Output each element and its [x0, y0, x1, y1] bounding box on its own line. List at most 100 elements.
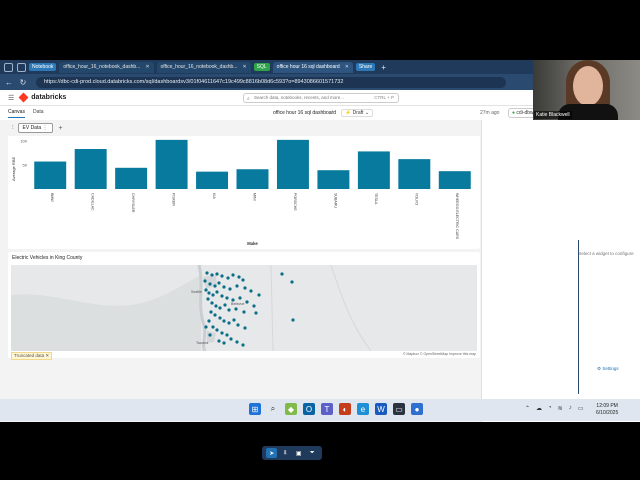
bar-chart-widget[interactable]: 100 50 Average RBE BMW CADILLAC CHRYSLER FISKE… [8, 136, 480, 249]
map-point[interactable] [211, 325, 215, 329]
map-point[interactable] [241, 278, 245, 282]
map-point[interactable] [222, 341, 226, 345]
map-point[interactable] [205, 271, 209, 275]
map-point[interactable] [208, 282, 212, 286]
databricks-logo[interactable]: databricks [18, 92, 66, 103]
map-point[interactable] [222, 319, 226, 323]
map-point[interactable] [203, 279, 207, 283]
edge-icon[interactable]: e [357, 403, 369, 415]
map-point[interactable] [241, 343, 245, 347]
add-text-icon[interactable]: ▣ [293, 448, 304, 458]
map-point[interactable] [223, 303, 227, 307]
select-tool-icon[interactable]: ➤ [266, 448, 278, 458]
map-point[interactable] [208, 333, 212, 337]
close-icon[interactable]: ✕ [242, 64, 246, 70]
browser-window-icon[interactable] [4, 62, 13, 72]
widgets-icon[interactable]: ◆ [285, 403, 297, 415]
chevron-up-icon[interactable]: ⌃ [525, 405, 530, 412]
map-point[interactable] [211, 293, 215, 297]
new-tab-icon[interactable]: + [381, 63, 386, 72]
map-point[interactable] [225, 333, 229, 337]
map-point[interactable] [257, 293, 261, 297]
status-dropdown[interactable]: ⚡ Draft ⌄ [341, 109, 374, 117]
tab-group-share[interactable]: Share [355, 63, 376, 71]
map-point[interactable] [210, 301, 214, 305]
map-point[interactable] [215, 290, 219, 294]
tab-group-sql[interactable]: SQL [253, 63, 270, 71]
map-point[interactable] [225, 296, 229, 300]
map-point[interactable] [236, 323, 240, 327]
tab-actions-icon[interactable] [17, 62, 26, 72]
tab-group-notebook[interactable]: Notebook [29, 63, 57, 71]
map-point[interactable] [215, 328, 219, 332]
map-point[interactable] [228, 287, 232, 291]
map-point[interactable] [204, 288, 208, 292]
add-filter-tool-icon[interactable]: ⏷ [307, 448, 318, 458]
map-area[interactable]: Seattle Bellevue Tacoma [11, 265, 477, 351]
dataset-filter[interactable]: EV Data ⋮ [17, 123, 53, 133]
search-input[interactable]: ⌕ Search data, notebooks, recents, and m… [243, 93, 399, 103]
map-point[interactable] [227, 308, 231, 312]
map-point[interactable] [218, 306, 222, 310]
map-point[interactable] [206, 297, 210, 301]
map-point[interactable] [252, 304, 256, 308]
tab-data[interactable]: Data [33, 109, 44, 117]
map-point[interactable] [245, 300, 249, 304]
url-input[interactable]: https://dbc-cdi-prod.cloud.databricks.co… [36, 76, 506, 88]
map-point[interactable] [237, 275, 241, 279]
map-point[interactable] [280, 272, 284, 276]
system-clock[interactable]: 12:09 PM 6/10/2025 [596, 403, 618, 417]
cloud-icon[interactable]: ☁ [536, 405, 542, 412]
map-point[interactable] [213, 313, 217, 317]
tab-sql-dashboard[interactable]: office hour 16 sql dashboard ✕ [272, 61, 353, 73]
page-title[interactable]: office hour 16 sql dashboard [273, 110, 336, 116]
wifi-icon[interactable]: ≋ [558, 405, 563, 412]
refresh-icon[interactable]: ↻ [18, 78, 28, 87]
map-point[interactable] [227, 321, 231, 325]
teams-icon[interactable]: T [321, 403, 333, 415]
terminal-icon[interactable]: ▭ [393, 403, 405, 415]
tab-notebook-dashboard-2[interactable]: office_hour_16_notebook_dashb... ✕ [156, 61, 251, 73]
map-point[interactable] [243, 286, 247, 290]
map-point[interactable] [204, 325, 208, 329]
map-point[interactable] [210, 273, 214, 277]
map-point[interactable] [234, 307, 238, 311]
map-point[interactable] [231, 273, 235, 277]
volume-icon[interactable]: ♪ [569, 405, 572, 412]
map-point[interactable] [214, 304, 218, 308]
add-filter-icon[interactable]: + [59, 125, 63, 132]
map-point[interactable] [220, 274, 224, 278]
tab-canvas[interactable]: Canvas [8, 109, 25, 118]
map-point[interactable] [242, 310, 246, 314]
map-point[interactable] [220, 294, 224, 298]
search-icon[interactable]: ⌕ [267, 403, 279, 415]
map-point[interactable] [229, 337, 233, 341]
map-point[interactable] [215, 272, 219, 276]
map-point[interactable] [254, 311, 258, 315]
map-point[interactable] [220, 331, 224, 335]
filter-icon[interactable]: ⫶ [12, 125, 14, 132]
star-icon[interactable]: ☆ [330, 109, 335, 116]
windows-start-icon[interactable]: ⊞ [249, 403, 261, 415]
close-icon[interactable]: ✕ [145, 64, 149, 70]
map-point[interactable] [249, 289, 253, 293]
map-point[interactable] [209, 310, 213, 314]
map-point[interactable] [218, 316, 222, 320]
zoom-icon[interactable]: ● [411, 403, 423, 415]
map-point[interactable] [226, 276, 230, 280]
close-icon[interactable]: ✕ [345, 64, 349, 70]
map-widget[interactable]: Electric Vehicles in King County Seattle… [8, 252, 480, 360]
map-point[interactable] [291, 318, 295, 322]
map-point[interactable] [243, 326, 247, 330]
outlook-icon[interactable]: O [303, 403, 315, 415]
battery-icon[interactable]: ▭ [578, 405, 584, 412]
truncated-badge[interactable]: Truncated data ✕ [11, 352, 53, 360]
word-icon[interactable]: W [375, 403, 387, 415]
network-icon[interactable]: ◔ [548, 405, 552, 412]
map-point[interactable] [213, 284, 217, 288]
map-point[interactable] [235, 284, 239, 288]
map-point[interactable] [217, 281, 221, 285]
tab-notebook-dashboard-1[interactable]: office_hour_16_notebook_dashb... ✕ [59, 61, 154, 73]
office-icon[interactable]: ◐ [339, 403, 351, 415]
map-point[interactable] [222, 285, 226, 289]
